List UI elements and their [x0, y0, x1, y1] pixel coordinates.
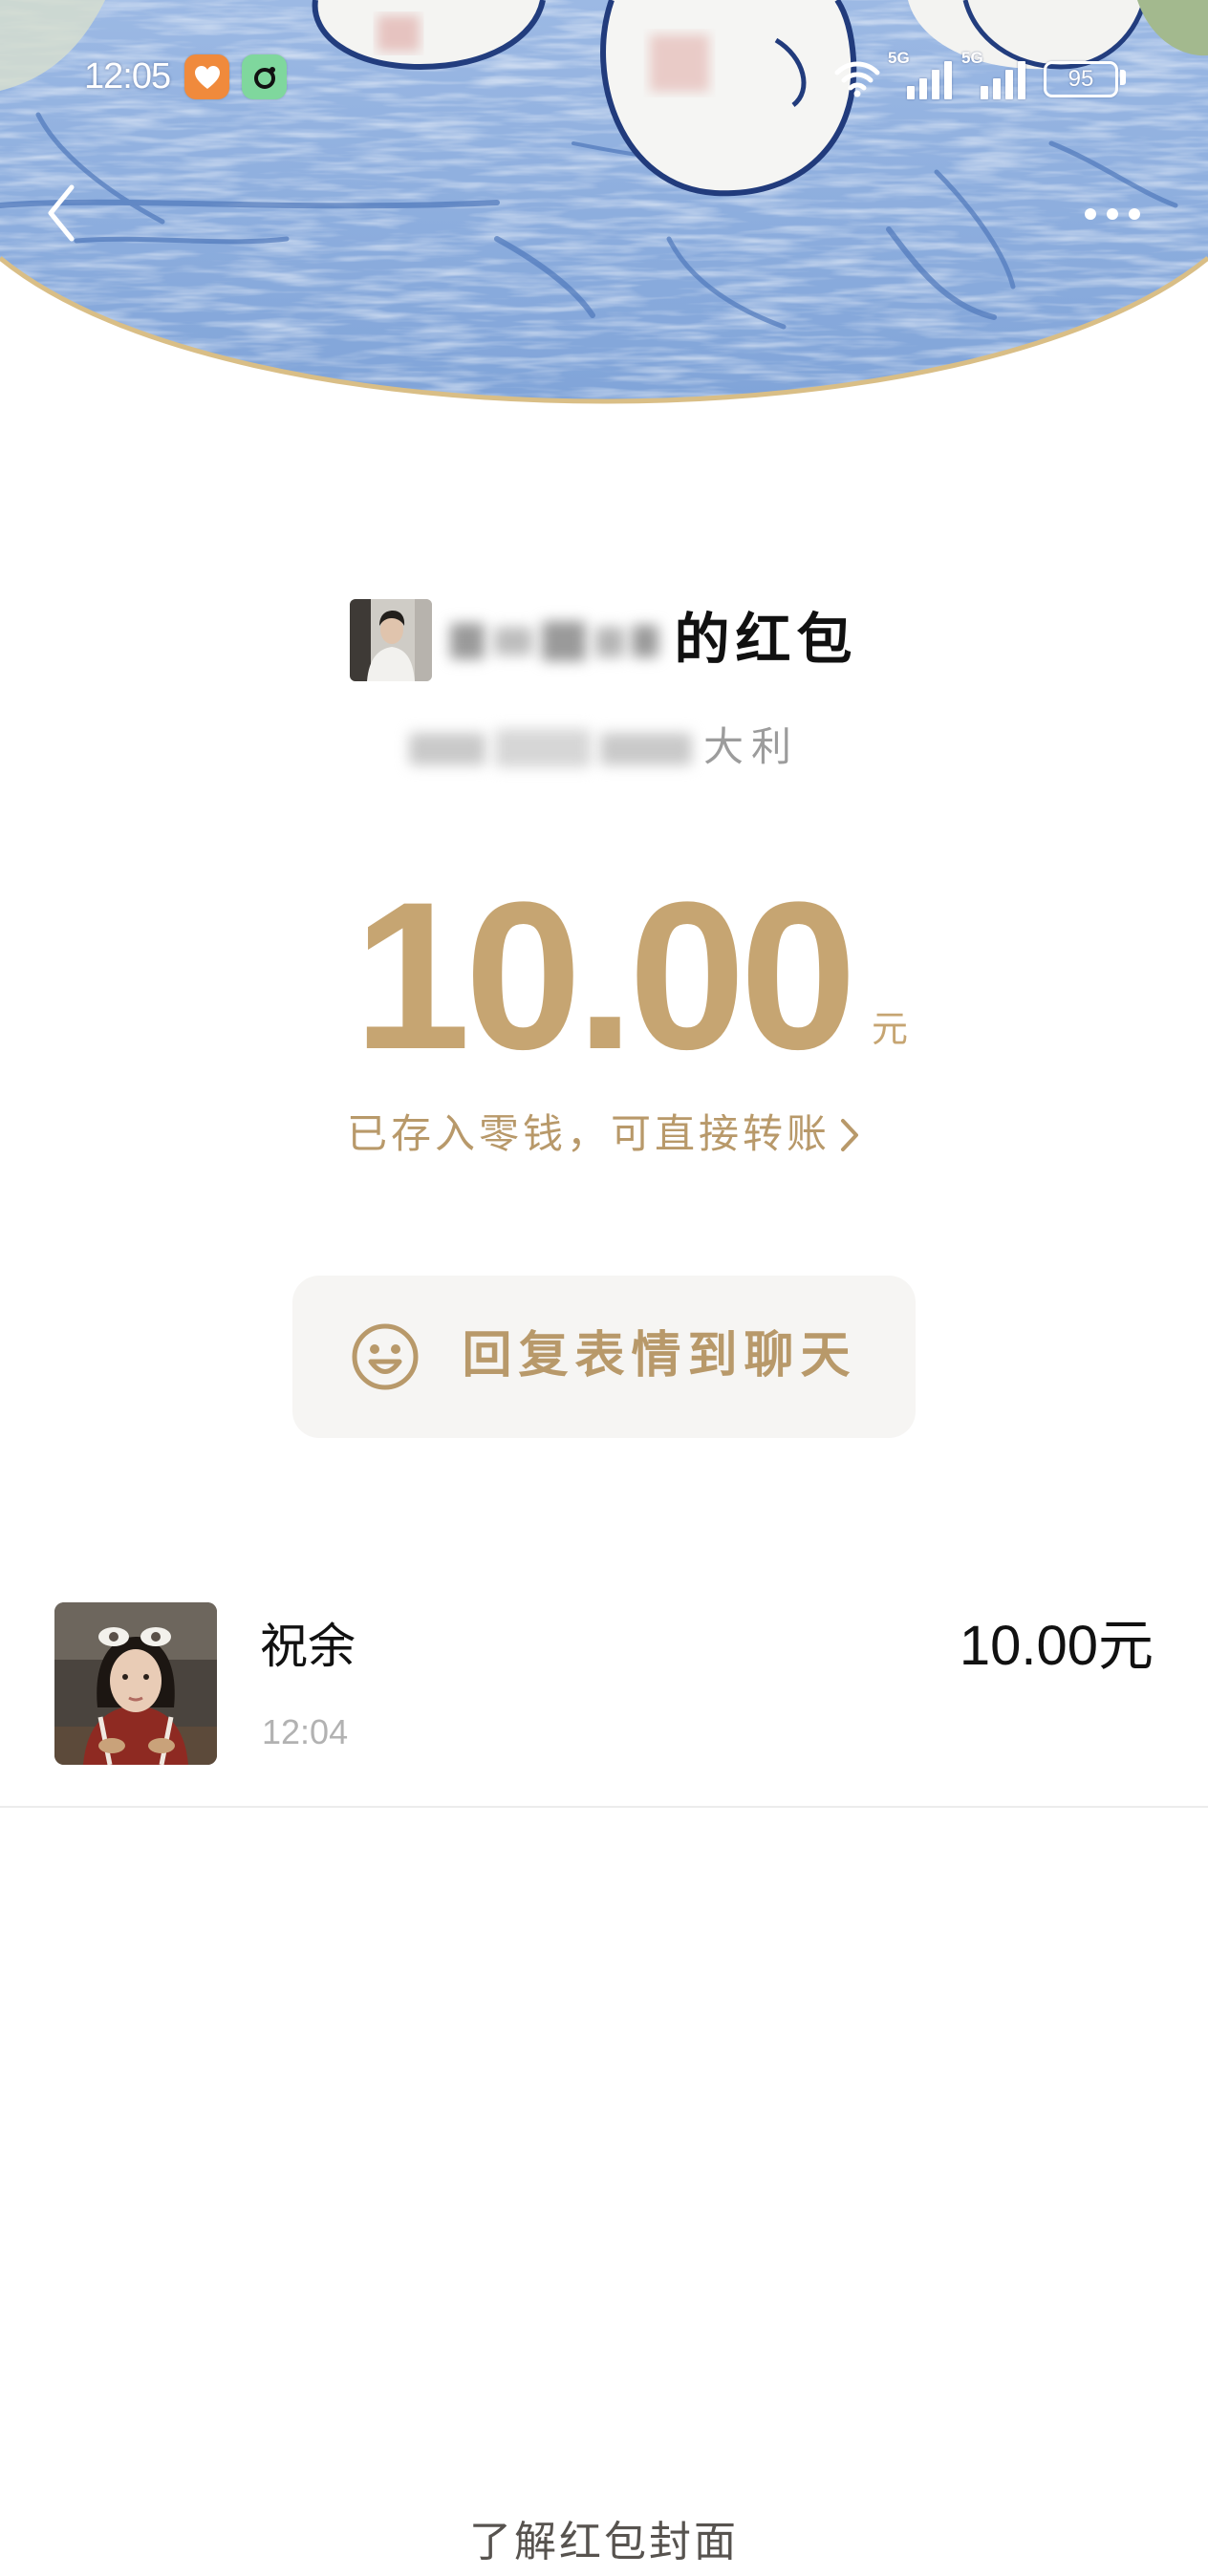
sender-name-blurred: [446, 613, 660, 667]
reply-button-label: 回复表情到聊天: [462, 1329, 857, 1384]
greeting-text: 大利: [702, 726, 799, 770]
sender-avatar[interactable]: [350, 599, 433, 681]
battery-icon: 95: [1044, 61, 1118, 97]
packet-title: 的红包: [674, 609, 858, 671]
greeting-row: 大利: [0, 723, 1208, 773]
camera-app-icon: [242, 54, 287, 99]
network-type-label: 5G: [961, 49, 983, 67]
chevron-right-icon: [841, 1119, 858, 1151]
network-type-label: 5G: [888, 49, 910, 67]
signal-strength-icon: 5G: [961, 50, 1030, 99]
receiver-name: 祝余: [260, 1620, 356, 1673]
wallet-note-link[interactable]: 已存入零钱，可直接转账: [0, 1112, 1208, 1158]
receiver-time: 12:04: [262, 1712, 349, 1751]
wallet-note-text: 已存入零钱，可直接转账: [346, 1113, 830, 1157]
amount-unit: 元: [872, 1010, 909, 1050]
learn-cover-link[interactable]: 了解红包封面: [0, 2517, 1208, 2568]
divider: [0, 1806, 1208, 1808]
greeting-blurred: [408, 727, 696, 769]
sender-row: 的红包: [0, 599, 1208, 681]
signal-strength-icon: 5G: [888, 50, 957, 99]
status-time: 12:05: [84, 56, 171, 97]
battery-nub: [1120, 70, 1126, 85]
more-horizontal-icon[interactable]: [1078, 203, 1147, 225]
receiver-amount: 10.00元: [959, 1615, 1154, 1677]
avatar[interactable]: [54, 1602, 217, 1765]
wifi-icon: [834, 61, 880, 97]
smiley-icon: [352, 1323, 419, 1390]
chevron-left-icon[interactable]: [42, 182, 80, 245]
heart-app-icon: [184, 54, 229, 99]
amount-value: 10.00: [354, 858, 857, 1093]
reply-sticker-button[interactable]: 回复表情到聊天: [292, 1276, 916, 1438]
